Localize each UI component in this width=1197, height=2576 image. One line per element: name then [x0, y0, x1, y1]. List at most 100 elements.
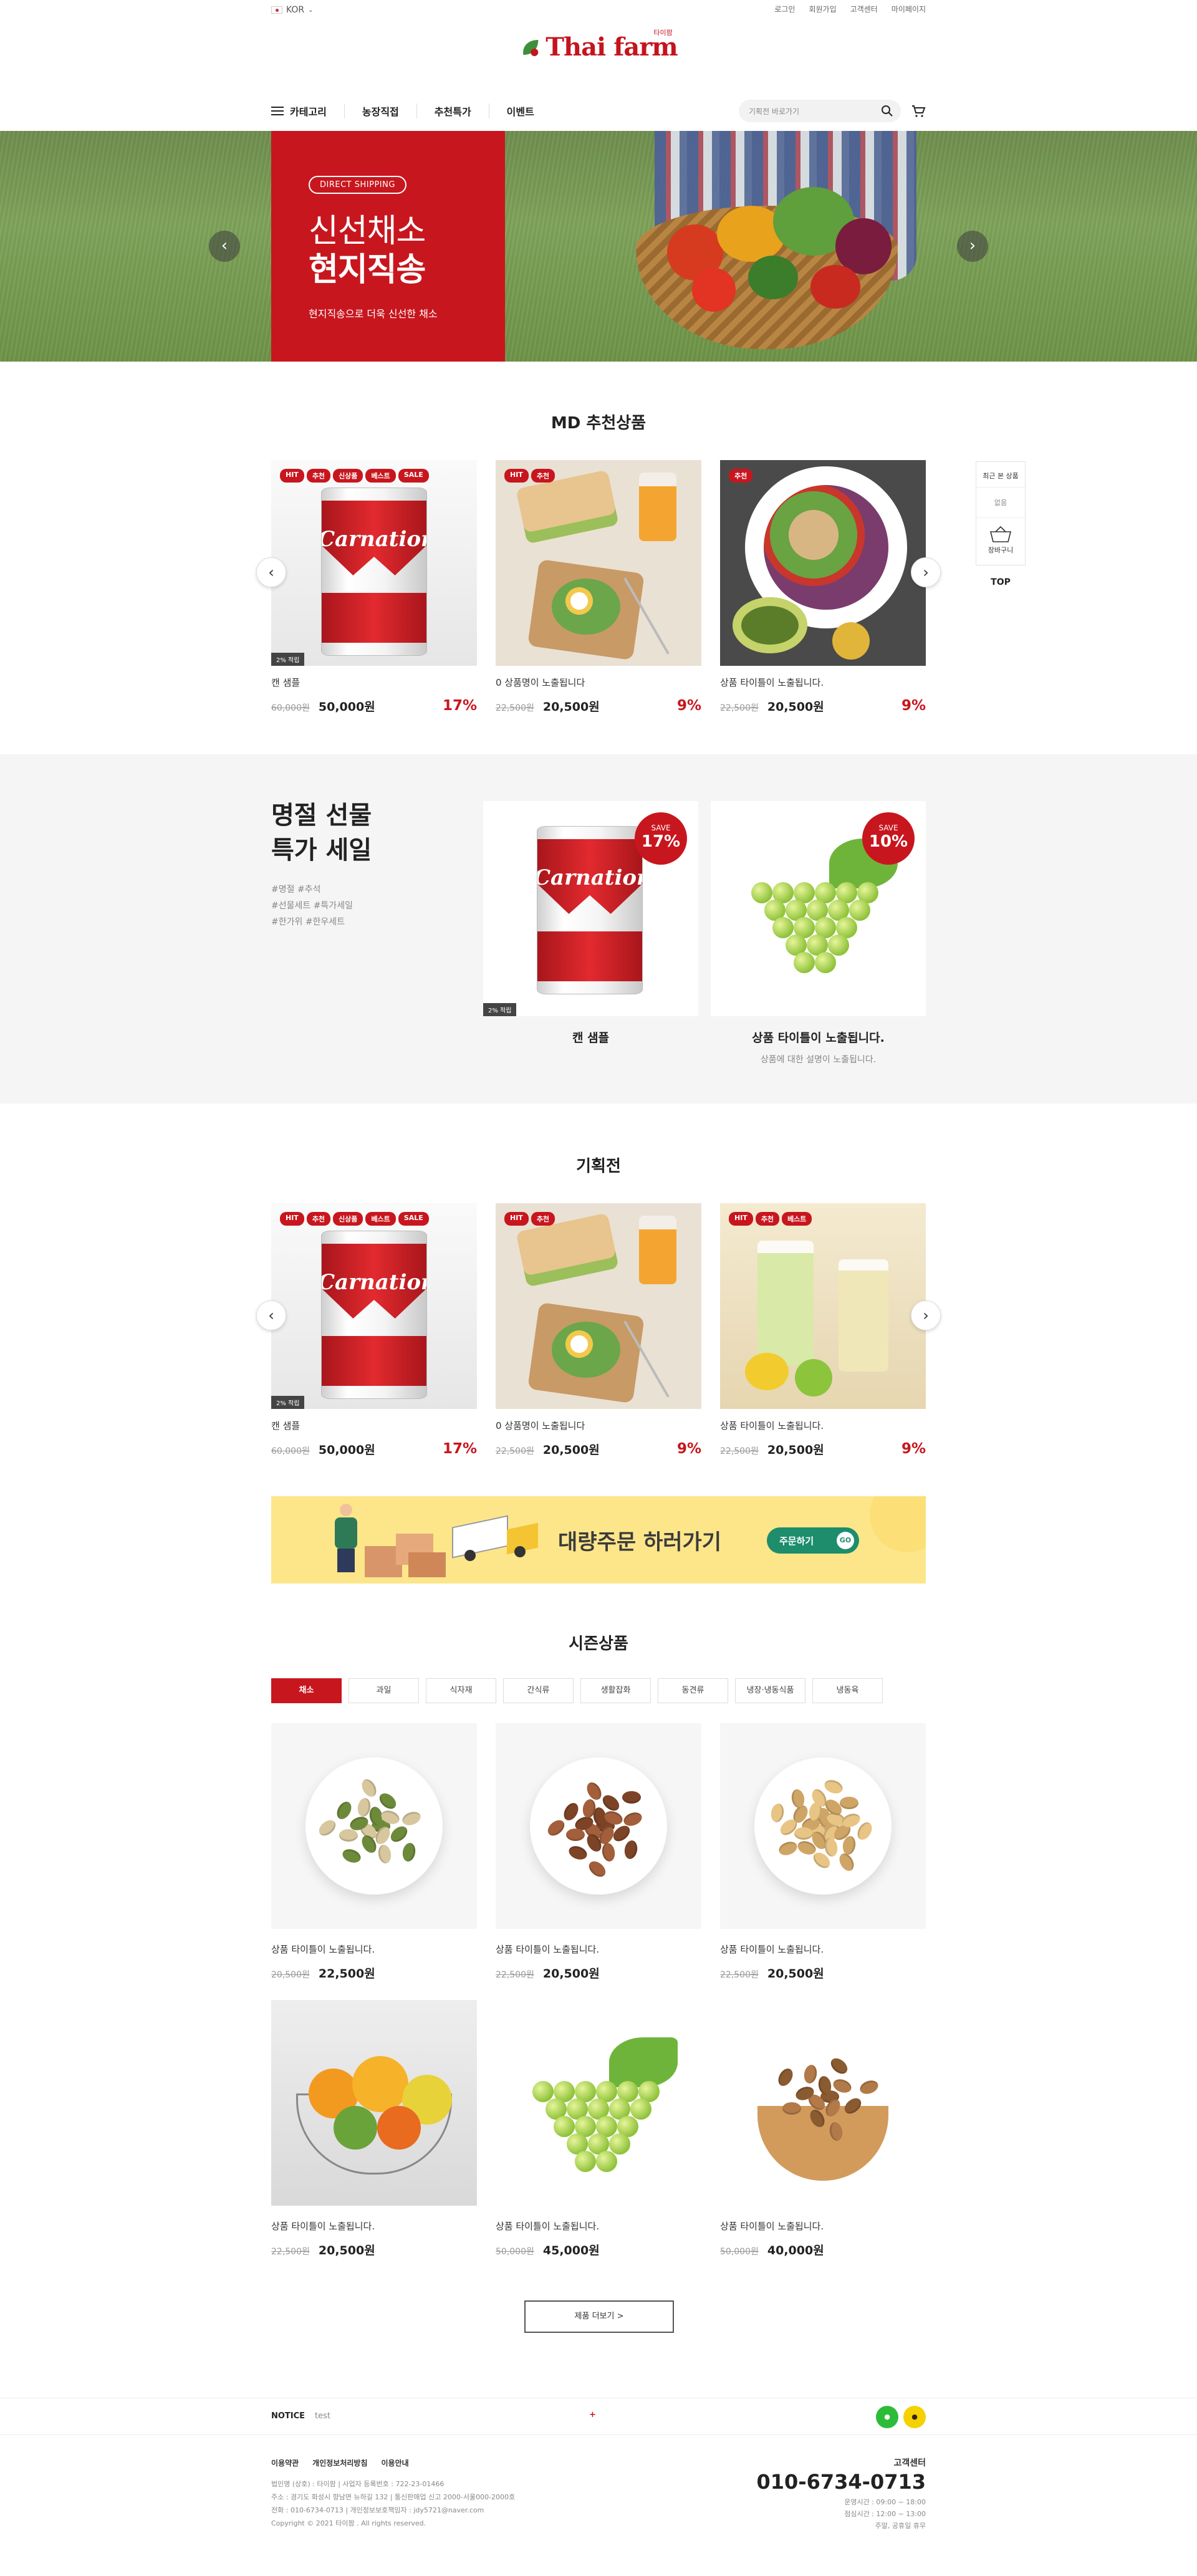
point-badge: 2% 적립 — [483, 1003, 517, 1016]
save-value: 10% — [868, 832, 908, 851]
notice-text[interactable]: test — [315, 2411, 330, 2421]
product-card[interactable]: 상품 타이틀이 노출됩니다. 22,500원 20,500원 — [496, 1723, 701, 1981]
scroll-top-button[interactable]: TOP — [976, 577, 1026, 587]
original-price: 50,000원 — [496, 2247, 534, 2257]
product-tags: HIT 추천 — [504, 1212, 555, 1226]
product-tags: HIT 추천 — [504, 469, 555, 483]
season-tab[interactable]: 냉장·냉동식품 — [735, 1678, 805, 1703]
gift-product-name: 상품 타이틀이 노출됩니다. — [752, 1031, 885, 1045]
sale-price: 20,500원 — [542, 1967, 600, 1981]
season-tab[interactable]: 채소 — [271, 1678, 342, 1703]
product-name: 상품 타이틀이 노출됩니다. — [720, 1420, 824, 1431]
product-tag: 베스트 — [365, 469, 396, 483]
md-prev-arrow-icon[interactable]: ‹ — [256, 557, 286, 587]
season-tab[interactable]: 간식류 — [503, 1678, 574, 1703]
kakaotalk-icon[interactable]: ● — [903, 2406, 926, 2428]
product-image: CarnationHIT추천신상품베스트SALE2% 적립 — [271, 1203, 477, 1409]
product-image — [720, 1723, 926, 1929]
point-badge: 2% 적립 — [271, 653, 305, 666]
product-price-row: 20,500원 22,500원 — [271, 1964, 477, 1981]
season-tab[interactable]: 동견류 — [658, 1678, 728, 1703]
season-tab[interactable]: 생활잡화 — [580, 1678, 651, 1703]
gift-product-card[interactable]: Carnation SAVE17% 2% 적립 캔 샘플 — [483, 801, 698, 1045]
product-tag: 추천 — [531, 469, 555, 483]
sale-price: 20,500원 — [542, 1443, 600, 1457]
md-section-title: MD 추천상품 — [550, 414, 647, 433]
gift-product-card[interactable]: SAVE 10% 상품 타이틀이 노출됩니다. 상품에 대한 설명이 노출됩니다. — [711, 801, 926, 1065]
gift-hashtag-line: #한가위 #한우세트 — [271, 917, 345, 927]
original-price: 22,500원 — [496, 1970, 534, 1980]
season-tab[interactable]: 식자재 — [426, 1678, 496, 1703]
product-price-row: 22,500원 20,500원 — [496, 1964, 701, 1981]
product-card[interactable]: 상품 타이틀이 노출됩니다. 50,000원 40,000원 — [720, 2000, 926, 2258]
product-name: 상품 타이틀이 노출됩니다. — [720, 1944, 824, 1955]
product-name: 상품 타이틀이 노출됩니다. — [720, 2221, 824, 2232]
original-price: 22,500원 — [496, 703, 534, 713]
product-card[interactable]: HIT 추천 0 상품명이 노출됩니다 22,500원 20,500원 9% — [496, 460, 701, 714]
md-next-arrow-icon[interactable]: › — [911, 557, 941, 587]
boxes-illustration — [365, 1534, 446, 1577]
season-tab[interactable]: 냉동육 — [812, 1678, 883, 1703]
product-name: 0 상품명이 노출됩니다 — [496, 1420, 585, 1431]
product-card[interactable]: CarnationHIT추천신상품베스트SALE2% 적립캔 샘플60,000원… — [271, 1203, 477, 1458]
hero-prev-arrow-icon[interactable]: ‹ — [209, 231, 240, 262]
quick-cart-button[interactable]: 장바구니 — [976, 518, 1025, 565]
product-price-row: 22,500원 20,500원 9% — [496, 698, 701, 714]
discount-rate: 17% — [442, 1441, 477, 1457]
product-price-row: 22,500원 20,500원 — [271, 2241, 477, 2258]
product-card[interactable]: 상품 타이틀이 노출됩니다. 22,500원 20,500원 — [720, 1723, 926, 1981]
save-badge: SAVE 10% — [862, 812, 915, 865]
line-icon[interactable]: ● — [876, 2406, 898, 2428]
discount-rate: 9% — [676, 698, 701, 714]
product-image — [271, 1723, 477, 1929]
plan-next-arrow-icon[interactable]: › — [911, 1300, 941, 1330]
notice-more-icon[interactable]: + — [589, 2410, 596, 2420]
product-tag: HIT — [729, 1212, 753, 1226]
gift-sale-section: 명절 선물 특가 세일 #명절 #추석 #선물세트 #특가세일 #한가위 #한우… — [0, 754, 1197, 1103]
product-card[interactable]: 상품 타이틀이 노출됩니다. 20,500원 22,500원 — [271, 1723, 477, 1981]
discount-rate: 9% — [901, 698, 926, 714]
product-card[interactable]: CarnationHIT추천신상품베스트SALE2% 적립캔 샘플60,000원… — [271, 460, 477, 714]
order-button[interactable]: 주문하기 GO — [767, 1527, 859, 1554]
product-price-row: 60,000원 50,000원 17% — [271, 698, 477, 714]
season-tab[interactable]: 과일 — [349, 1678, 419, 1703]
product-name: 캔 샘플 — [271, 677, 300, 688]
discount-rate: 9% — [676, 1441, 701, 1457]
gift-hashtag-line: #선물세트 #특가세일 — [271, 901, 353, 911]
plan-prev-arrow-icon[interactable]: ‹ — [256, 1300, 286, 1330]
season-grid-row-1: 상품 타이틀이 노출됩니다. 20,500원 22,500원 상품 타이틀이 노출됩니… — [271, 1723, 926, 1981]
product-tags: HIT 추천 베스트 — [729, 1212, 812, 1226]
product-tags: HIT 추천 신상품 베스트 SALE — [280, 469, 429, 483]
point-badge: 2% 적립 — [271, 1396, 305, 1409]
original-price: 20,500원 — [271, 1970, 310, 1980]
sale-price: 50,000원 — [318, 700, 375, 714]
product-price-row: 60,000원 50,000원 17% — [271, 1441, 477, 1458]
product-image: HIT 추천 — [496, 460, 701, 666]
more-products-button[interactable]: 제품 더보기 > — [524, 2300, 674, 2333]
product-price-row: 22,500원 20,500원 — [720, 1964, 926, 1981]
product-name: 상품 타이틀이 노출됩니다. — [271, 1944, 375, 1955]
product-name: 0 상품명이 노출됩니다 — [496, 677, 585, 688]
original-price: 50,000원 — [720, 2247, 759, 2257]
product-tags: HIT 추천 신상품 베스트 SALE — [280, 1212, 429, 1226]
product-tag: 추천 — [755, 1212, 780, 1226]
notice-bar: NOTICE test + ● ● — [0, 2398, 1197, 2435]
product-name: 상품 타이틀이 노출됩니다. — [496, 1944, 600, 1955]
product-tag: 베스트 — [365, 1212, 396, 1226]
sale-price: 20,500원 — [318, 2244, 375, 2257]
original-price: 22,500원 — [720, 1970, 759, 1980]
hero-next-arrow-icon[interactable]: › — [957, 231, 988, 262]
product-card[interactable]: 상품 타이틀이 노출됩니다. 50,000원 45,000원 — [496, 2000, 701, 2258]
original-price: 22,500원 — [496, 1446, 534, 1456]
product-price-row: 50,000원 45,000원 — [496, 2241, 701, 2258]
product-tag: HIT — [504, 469, 529, 483]
product-card[interactable]: HIT 추천 0 상품명이 노출됩니다 22,500원 20,500원 9% — [496, 1203, 701, 1458]
product-tags: 추천 — [729, 469, 753, 483]
product-card[interactable]: 상품 타이틀이 노출됩니다. 22,500원 20,500원 — [271, 2000, 477, 2258]
bulk-order-banner[interactable]: 대량주문 하러가기 주문하기 GO — [271, 1496, 926, 1584]
product-name: 상품 타이틀이 노출됩니다. — [720, 677, 824, 688]
product-card[interactable]: 추천 상품 타이틀이 노출됩니다. 22,500원 20,500원 9% — [720, 460, 926, 714]
product-card[interactable]: HIT 추천 베스트 상품 타이틀이 노출됩니다. 22,500원 20,500원 9% — [720, 1203, 926, 1458]
product-tag: 추천 — [531, 1212, 555, 1226]
product-tag: 베스트 — [782, 1212, 812, 1226]
